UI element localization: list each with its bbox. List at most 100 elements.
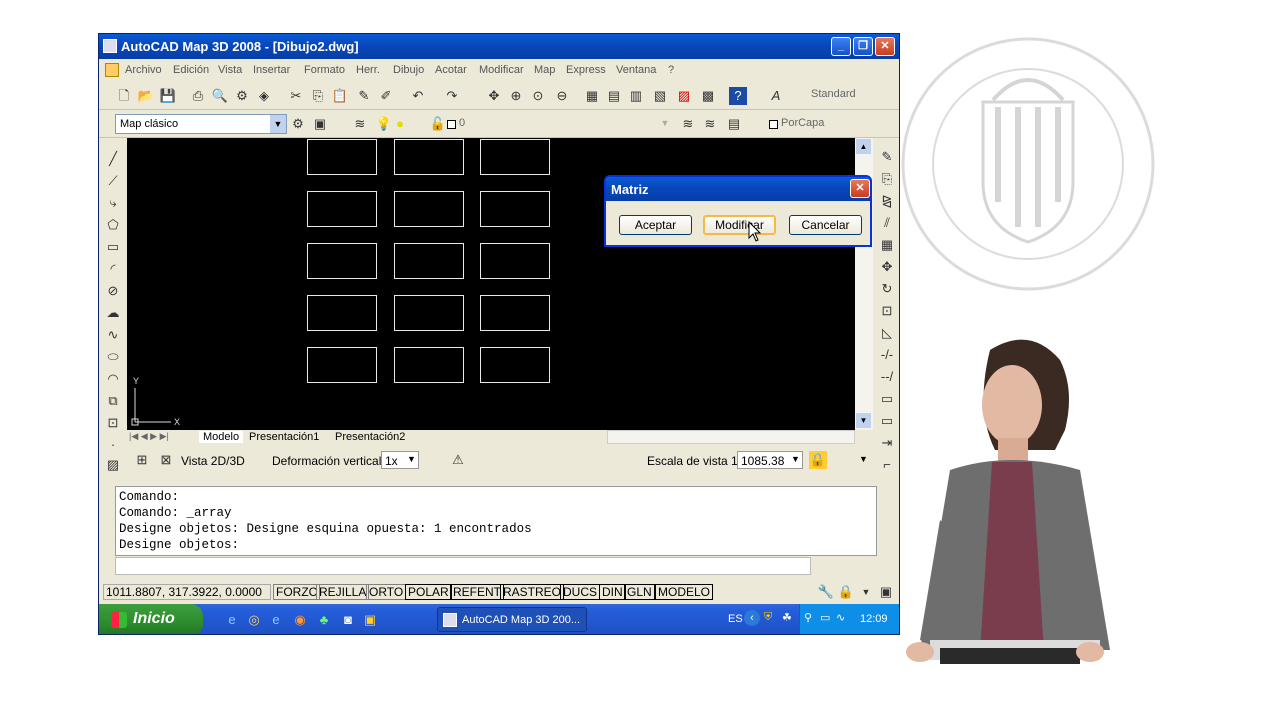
text-style-icon[interactable]: A: [767, 87, 785, 105]
chevron-down-icon[interactable]: ▼: [791, 454, 800, 464]
menu-herr[interactable]: Herr.: [356, 64, 380, 76]
help-icon[interactable]: ?: [729, 87, 747, 105]
drawn-rectangle[interactable]: [394, 347, 464, 383]
lock-icon[interactable]: 🔒: [809, 451, 827, 469]
point-icon[interactable]: ·: [104, 436, 122, 454]
monitor-icon[interactable]: ▭: [820, 611, 830, 624]
pan-icon[interactable]: ✥: [485, 87, 503, 105]
sheet-set-icon[interactable]: ▧: [651, 87, 669, 105]
search-icon[interactable]: ⚲: [804, 611, 812, 624]
chevron-down-icon[interactable]: ▼: [857, 583, 875, 601]
layout-view-icon[interactable]: ⊠: [157, 451, 175, 469]
save-icon[interactable]: 💾: [159, 87, 177, 105]
design-center-icon[interactable]: ▤: [605, 87, 623, 105]
menu-dibujo[interactable]: Dibujo: [393, 64, 424, 76]
redo-icon[interactable]: ↷: [443, 87, 461, 105]
menu-ventana[interactable]: Ventana: [616, 64, 656, 76]
sun-icon[interactable]: ●: [391, 115, 409, 133]
copy-object-icon[interactable]: ⎘: [878, 170, 896, 188]
drawn-rectangle[interactable]: [394, 191, 464, 227]
text-style-select[interactable]: Standard: [789, 85, 897, 105]
coordinates-display[interactable]: 1011.8807, 317.3922, 0.0000: [103, 584, 271, 600]
cancelar-button[interactable]: Cancelar: [789, 215, 862, 235]
ellipse-icon[interactable]: ⬭: [104, 348, 122, 366]
drawn-rectangle[interactable]: [480, 139, 550, 175]
scroll-up-icon[interactable]: ▲: [856, 139, 871, 154]
new-icon[interactable]: 🗋: [115, 87, 133, 105]
markup-icon[interactable]: ▨: [675, 87, 693, 105]
toggle-modelo[interactable]: MODELO: [655, 584, 714, 600]
horizontal-scrollbar[interactable]: [607, 430, 855, 444]
toolbar-lock-icon[interactable]: 🔒: [837, 583, 855, 601]
tab-presentacion2[interactable]: Presentación2: [335, 431, 405, 443]
block-editor-icon[interactable]: ✐: [377, 87, 395, 105]
toggle-refent[interactable]: REFENT: [450, 584, 504, 600]
model-view-icon[interactable]: ⊞: [133, 451, 151, 469]
layer-previous-icon[interactable]: ≋: [701, 115, 719, 133]
zoom-window-icon[interactable]: ⊙: [529, 87, 547, 105]
folder-icon[interactable]: ▣: [361, 611, 379, 629]
warning-icon[interactable]: ⚠: [449, 451, 467, 469]
minimize-button[interactable]: _: [831, 37, 851, 56]
move-icon[interactable]: ✥: [878, 258, 896, 276]
chevron-down-icon[interactable]: ▼: [407, 454, 416, 464]
start-button[interactable]: Inicio: [99, 604, 203, 634]
menu-edicion[interactable]: Edición: [173, 64, 209, 76]
media-icon[interactable]: ◙: [339, 611, 357, 629]
ie-icon[interactable]: e: [223, 611, 241, 629]
toggle-gln[interactable]: GLN: [624, 584, 655, 600]
rotate-icon[interactable]: ↻: [878, 280, 896, 298]
menu-help[interactable]: ?: [668, 64, 674, 76]
dialog-title-bar[interactable]: Matriz ✕: [606, 177, 870, 201]
modificar-button[interactable]: Modificar: [703, 215, 776, 235]
chevron-down-icon[interactable]: ▼: [859, 454, 868, 464]
tool-palettes-icon[interactable]: ▥: [627, 87, 645, 105]
properties-icon[interactable]: ▦: [583, 87, 601, 105]
offset-icon[interactable]: ⫽: [878, 214, 896, 232]
preview-icon[interactable]: 🔍: [211, 87, 229, 105]
insert-block-icon[interactable]: ⧉: [104, 392, 122, 410]
drawn-rectangle[interactable]: [480, 243, 550, 279]
clock[interactable]: 12:09: [860, 613, 888, 625]
messenger-icon[interactable]: ♣: [315, 611, 333, 629]
tab-modelo[interactable]: Modelo: [199, 431, 244, 443]
layer-manager-icon[interactable]: ≋: [351, 115, 369, 133]
revision-cloud-icon[interactable]: ☁: [104, 304, 122, 322]
menu-express[interactable]: Express: [566, 64, 606, 76]
layer-states-icon[interactable]: ▤: [725, 115, 743, 133]
toggle-forzc[interactable]: FORZC: [273, 584, 321, 600]
drawn-rectangle[interactable]: [480, 191, 550, 227]
layer-select[interactable]: 0 ▼: [455, 114, 673, 134]
quicklaunch-icon[interactable]: ◎: [245, 611, 263, 629]
menu-acotar[interactable]: Acotar: [435, 64, 467, 76]
firefox-icon[interactable]: ◉: [291, 611, 309, 629]
tray-expand-icon[interactable]: ‹: [744, 610, 760, 626]
view-2d3d-label[interactable]: Vista 2D/3D: [181, 454, 245, 468]
drawn-rectangle[interactable]: [394, 243, 464, 279]
make-object-layer-current-icon[interactable]: ≋: [679, 115, 697, 133]
toggle-polar[interactable]: POLAR: [405, 584, 452, 600]
drawn-rectangle[interactable]: [307, 295, 377, 331]
scale-icon[interactable]: ⊡: [878, 302, 896, 320]
menu-formato[interactable]: Formato: [304, 64, 345, 76]
drawn-rectangle[interactable]: [307, 347, 377, 383]
network-icon[interactable]: ☘: [782, 611, 792, 624]
publish-icon[interactable]: ⚙: [233, 87, 251, 105]
drawn-rectangle[interactable]: [480, 347, 550, 383]
polyline-icon[interactable]: ⤷: [104, 194, 122, 212]
drawn-rectangle[interactable]: [307, 139, 377, 175]
break-icon[interactable]: ▭: [878, 390, 896, 408]
erase-icon[interactable]: ✎: [878, 148, 896, 166]
trim-icon[interactable]: -/-: [878, 346, 896, 364]
wrench-icon[interactable]: 🔧: [817, 583, 835, 601]
drawn-rectangle[interactable]: [307, 191, 377, 227]
cut-icon[interactable]: ✂: [287, 87, 305, 105]
undo-icon[interactable]: ↶: [409, 87, 427, 105]
menu-map[interactable]: Map: [534, 64, 555, 76]
open-icon[interactable]: 📂: [137, 87, 155, 105]
hatch-icon[interactable]: ▨: [104, 456, 122, 474]
zoom-realtime-icon[interactable]: ⊕: [507, 87, 525, 105]
tab-nav-arrows[interactable]: |◀ ◀ ▶ ▶|: [129, 431, 169, 442]
print-icon[interactable]: ⎙: [189, 87, 207, 105]
drawn-rectangle[interactable]: [307, 243, 377, 279]
